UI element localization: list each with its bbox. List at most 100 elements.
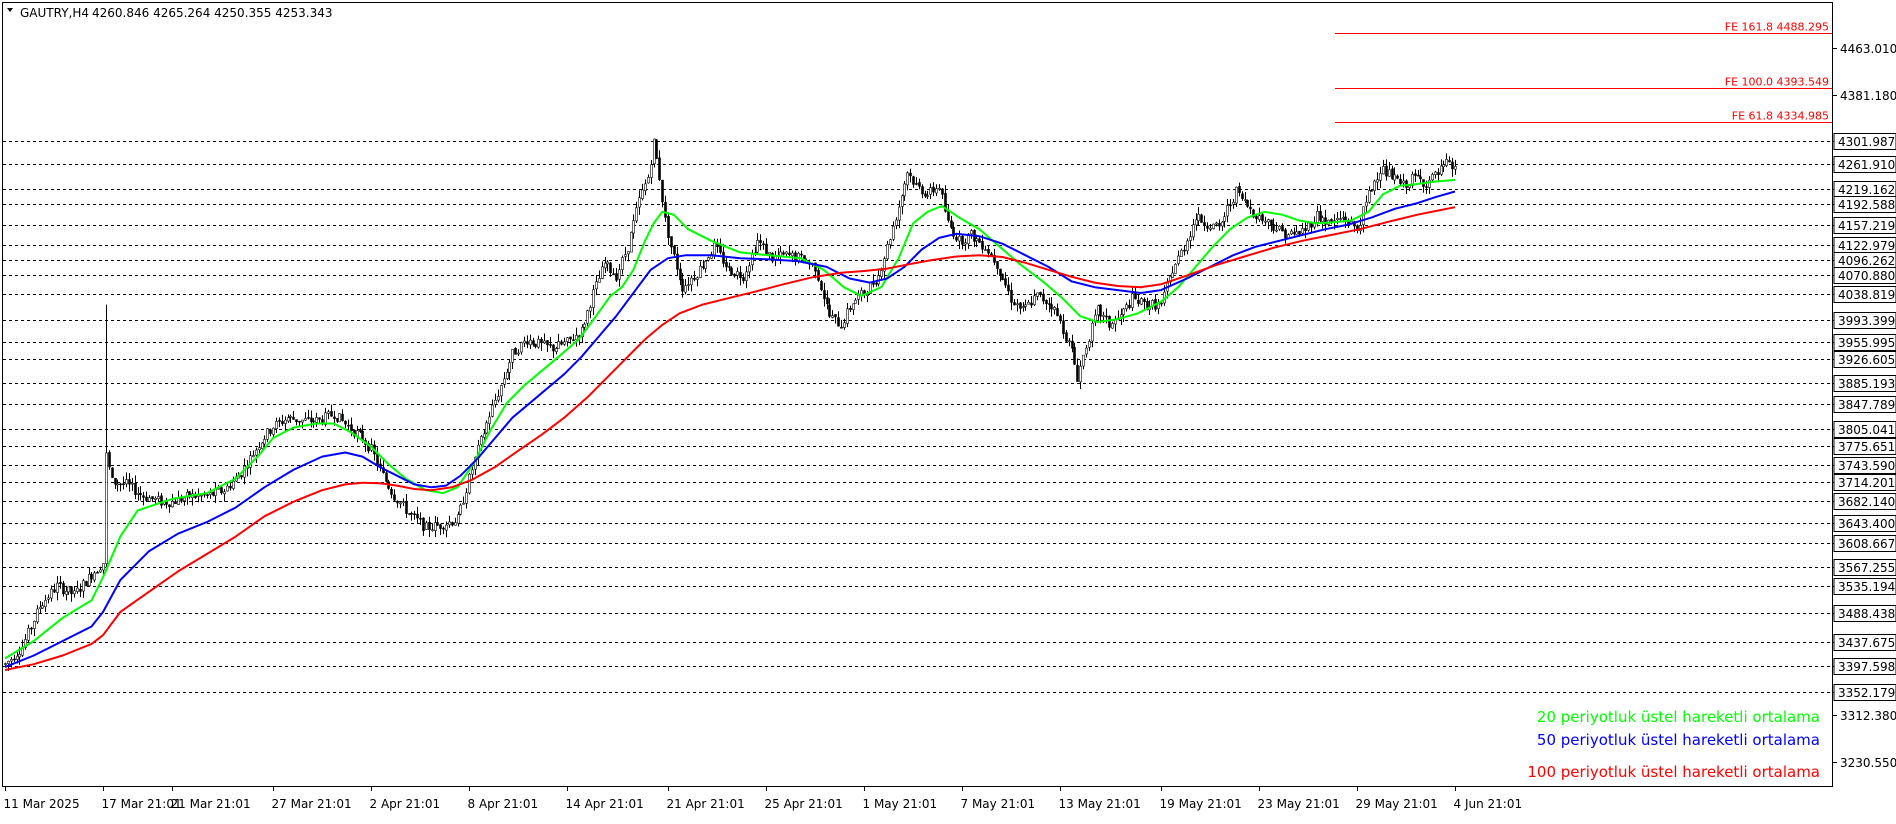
candle-body [1342,217,1345,219]
candle-body [1448,160,1451,163]
candle-body [422,517,425,531]
candle-body [840,326,843,329]
candle-body [428,521,431,530]
candle-body [1131,293,1134,308]
candle-body [1402,180,1405,184]
candle-body [399,502,402,505]
candle-body [119,483,122,486]
candle-body [1365,201,1368,207]
candle-body [901,195,904,207]
candle-body [704,261,707,269]
candle-body [7,660,10,664]
candle-body [1192,224,1195,238]
candle-body [263,439,266,445]
candle-body [618,269,621,280]
candle-body [1042,293,1045,302]
candle-body [255,449,258,456]
candle-body [459,504,462,515]
candle-body [13,658,16,661]
candle-body [903,183,906,197]
candle-body [552,344,555,352]
candle-body [405,501,408,514]
candle-body [1373,180,1376,192]
candle-body [223,491,226,495]
candle-body [1417,174,1420,177]
candle-body [85,581,88,587]
candle-body [1246,199,1249,207]
candle-body [1062,320,1065,334]
candle-body [1235,186,1238,204]
candle-body [171,500,174,508]
candle-body [183,497,186,501]
candle-body [1408,185,1411,188]
candle-body [508,362,511,373]
candle-body [534,343,537,347]
candle-body [1368,190,1371,203]
candle-body [154,497,157,500]
candle-body [635,207,638,222]
candle-body [1229,204,1232,207]
candle-body [315,417,318,423]
candle-body [820,281,823,291]
candle-body [125,479,128,485]
candle-body [520,342,523,353]
candle-body [1097,305,1100,316]
candle-body [655,139,658,159]
candle-body [1128,304,1131,309]
candle-body [681,278,684,292]
candle-body [941,188,944,195]
candle-body [206,494,209,497]
candle-body [837,317,840,327]
candle-body [1071,340,1074,349]
candle-body [488,416,491,424]
candle-body [1336,217,1339,220]
candle-body [385,472,388,482]
candle-body [436,522,439,526]
candle-body [1203,222,1206,226]
time-tick-label: 29 May 21:01 [1356,797,1438,811]
candle-body [725,262,728,268]
candle-body [670,236,673,248]
candle-body [10,659,13,662]
candle-body [517,352,520,355]
candle-body [664,202,667,218]
candle-body [1140,298,1143,305]
candle-body [563,341,566,345]
candle-body [1442,164,1445,168]
candle-body [981,241,984,250]
candle-body [852,303,855,310]
candle-body [1295,231,1298,235]
candle-body [996,261,999,269]
candle-body [390,488,393,495]
candle-body [1120,314,1123,318]
candle-body [59,581,62,584]
level-label: 3567.255 [1838,561,1895,575]
candle-body [1379,173,1382,181]
candle-body [690,277,693,286]
candle-body [1065,332,1068,342]
level-label: 4219.162 [1838,183,1895,197]
candle-body [93,572,96,581]
candle-body [650,164,653,178]
candle-body [1024,304,1027,307]
chart-symbol: GAUTRY,H4 [20,6,89,20]
candle-body [572,339,575,342]
candle-body [632,220,635,234]
candle-body [647,177,650,184]
candle-body [1125,304,1128,310]
candle-body [736,271,739,276]
candle-body [540,338,543,344]
candle-body [4,663,7,665]
candle-body [137,492,140,495]
candle-body [1174,263,1177,274]
candle-body [549,344,552,346]
candle-body [1419,176,1422,180]
candle-body [212,491,215,496]
candle-body [947,210,950,221]
time-tick-label: 2 Apr 21:01 [370,797,441,811]
level-label: 3643.400 [1838,517,1895,531]
candle-body [485,422,488,434]
candle-body [638,197,641,208]
price-tick-label: 4381.180 [1840,89,1896,103]
candle-body [79,588,82,592]
